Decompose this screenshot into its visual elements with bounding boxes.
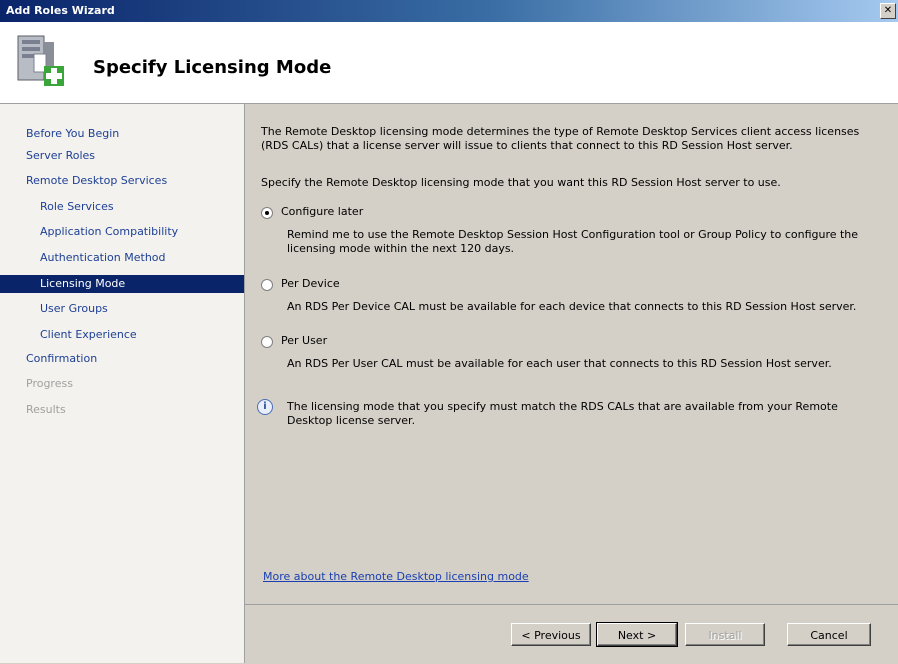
info-text: The licensing mode that you specify must… xyxy=(287,400,838,427)
next-button[interactable]: Next > xyxy=(596,622,678,647)
help-link[interactable]: More about the Remote Desktop licensing … xyxy=(263,570,529,583)
radio-label: Per Device xyxy=(281,277,340,290)
title-bar: Add Roles Wizard ✕ xyxy=(0,0,898,22)
sidebar-item-confirmation[interactable]: Confirmation xyxy=(0,350,244,368)
sidebar-item-server-roles[interactable]: Server Roles xyxy=(0,147,244,165)
radio-label: Configure later xyxy=(281,205,364,218)
sidebar-item-user-groups[interactable]: User Groups xyxy=(0,300,244,318)
wizard-header: Specify Licensing Mode xyxy=(0,22,898,104)
sidebar-item-label: Licensing Mode xyxy=(40,277,126,290)
sidebar-item-results: Results xyxy=(0,401,244,419)
option-description: Remind me to use the Remote Desktop Sess… xyxy=(287,228,859,255)
sidebar-item-label: Results xyxy=(26,403,66,416)
sidebar-item-label: Role Services xyxy=(40,200,114,213)
radio-label: Per User xyxy=(281,334,328,347)
window-title: Add Roles Wizard xyxy=(6,4,115,17)
radio-selected-dot xyxy=(265,211,269,215)
sidebar-item-label: Authentication Method xyxy=(40,251,166,264)
server-roles-add-icon xyxy=(17,35,64,86)
sidebar-item-label: User Groups xyxy=(40,302,108,315)
sidebar-item-label: Before You Begin xyxy=(26,127,120,140)
sidebar-item-label: Application Compatibility xyxy=(40,225,179,238)
radio-button[interactable] xyxy=(261,336,273,348)
sidebar-item-label: Confirmation xyxy=(26,352,98,365)
sidebar-item-label: Progress xyxy=(26,377,73,390)
wizard-steps-sidebar: Before You Begin Server Roles Remote Des… xyxy=(0,104,245,663)
wizard-content: The Remote Desktop licensing mode determ… xyxy=(245,104,898,604)
sidebar-item-application-compatibility[interactable]: Application Compatibility xyxy=(0,223,244,241)
prompt-text: Specify the Remote Desktop licensing mod… xyxy=(261,176,781,189)
sidebar-item-role-services[interactable]: Role Services xyxy=(0,198,244,216)
sidebar-item-licensing-mode[interactable]: Licensing Mode xyxy=(0,275,244,293)
sidebar-item-authentication-method[interactable]: Authentication Method xyxy=(0,249,244,267)
option-description: An RDS Per User CAL must be available fo… xyxy=(287,357,832,370)
radio-button[interactable] xyxy=(261,207,273,219)
cancel-button[interactable]: Cancel xyxy=(787,623,871,646)
sidebar-item-progress: Progress xyxy=(0,375,244,393)
install-button: Install xyxy=(685,623,765,646)
sidebar-item-remote-desktop-services[interactable]: Remote Desktop Services xyxy=(0,172,244,190)
sidebar-item-before-you-begin[interactable]: Before You Begin xyxy=(0,125,244,143)
sidebar-item-label: Client Experience xyxy=(40,328,137,341)
page-title: Specify Licensing Mode xyxy=(93,57,332,78)
info-icon: i xyxy=(257,399,273,415)
sidebar-item-label: Server Roles xyxy=(26,149,96,162)
close-icon[interactable]: ✕ xyxy=(880,3,896,19)
sidebar-item-label: Remote Desktop Services xyxy=(26,174,168,187)
wizard-footer: < Previous Next > Install Cancel xyxy=(245,604,898,664)
intro-text: The Remote Desktop licensing mode determ… xyxy=(261,125,860,152)
option-description: An RDS Per Device CAL must be available … xyxy=(287,300,857,313)
sidebar-item-client-experience[interactable]: Client Experience xyxy=(0,326,244,344)
previous-button[interactable]: < Previous xyxy=(511,623,591,646)
radio-button[interactable] xyxy=(261,279,273,291)
